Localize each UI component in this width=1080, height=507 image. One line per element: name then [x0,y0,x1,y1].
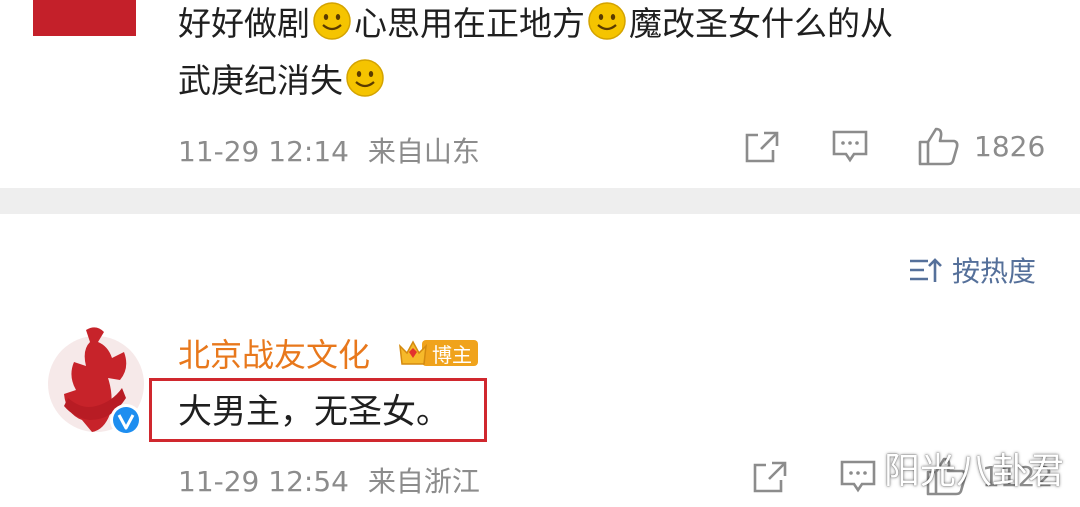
comment1-time: 11-29 12:14 [178,135,349,168]
blogger-badge-label: 博主 [432,343,472,367]
comment2-time: 11-29 12:54 [178,465,349,498]
comment1-text-part3: 魔改圣女什么的从 [629,4,893,43]
share-icon[interactable] [752,460,788,494]
comment1-text-part2: 心思用在正地方 [354,4,585,43]
comment-icon[interactable] [832,130,868,164]
comment1-text-part1: 好好做剧 [178,4,310,43]
comment1-text-line2: 武庚纪消失 [178,55,387,107]
comment-icon[interactable] [840,460,876,494]
smile-emoji-icon [588,2,626,40]
comment2-text: 大男主，无圣女。 [178,392,450,432]
comment2-meta: 11-29 12:54 来自浙江 [178,460,480,500]
comment2-location: 来自浙江 [367,465,480,498]
smile-emoji-icon [346,59,384,97]
comment2-username[interactable]: 北京战友文化 [178,330,370,376]
sort-by-popularity-button[interactable]: 按热度 [908,250,1036,290]
section-divider [0,188,1080,214]
watermark-text: 阳光八卦君 [884,451,1065,492]
sort-icon [910,258,942,282]
redacted-avatar [33,0,136,36]
like-icon[interactable] [918,126,960,166]
share-icon[interactable] [744,130,780,164]
comment1-meta: 11-29 12:14 来自山东 [178,130,480,170]
sort-label: 按热度 [952,255,1037,288]
comment1-like-count: 1826 [974,130,1046,163]
smile-emoji-icon [313,2,351,40]
comment1-text-part4: 武庚纪消失 [178,61,343,100]
comment1-text-line1: 好好做剧 心思用在正地方 魔改圣女什么的从 [178,0,893,50]
comment1-location: 来自山东 [367,135,480,168]
verified-icon [110,404,142,436]
